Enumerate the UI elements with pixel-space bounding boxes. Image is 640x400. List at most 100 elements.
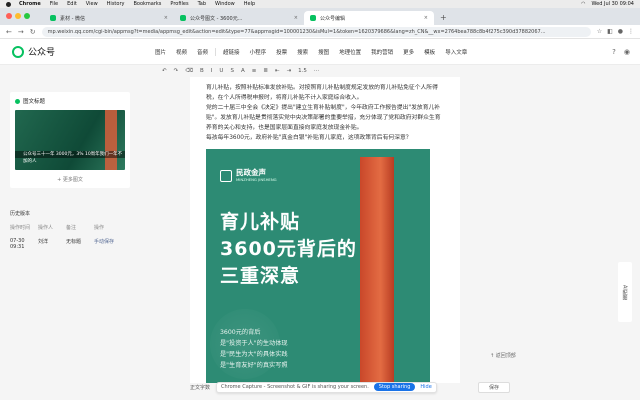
reload-icon[interactable]: ↻ (30, 28, 36, 36)
tab-label: 公众号图文 - 3600元... (190, 15, 243, 22)
line-height-select[interactable]: 1.5 (298, 68, 307, 74)
italic-icon[interactable]: I (211, 68, 213, 74)
menu-tab[interactable]: Tab (198, 1, 206, 7)
minimize-window-button[interactable] (15, 13, 21, 19)
wechat-favicon-icon (50, 15, 56, 21)
insert-location-button[interactable]: 地理位置 (334, 48, 366, 56)
insert-vote-button[interactable]: 投票 (271, 48, 292, 56)
back-to-top-button[interactable]: ↑ 返回顶部 (490, 352, 516, 359)
hero-headline: 育儿补贴 3600元背后的 三重深意 (220, 209, 357, 290)
history-header-row: 操作时间 操作人 备注 操作 (10, 224, 130, 231)
share-status-text: Chrome Capture - Screenshot & GIF is sha… (221, 384, 369, 390)
bookmark-star-icon[interactable]: ☆ (597, 28, 602, 35)
menu-app[interactable]: Chrome (19, 1, 41, 7)
menu-help[interactable]: Help (244, 1, 255, 7)
article-paragraph[interactable]: 育儿补贴，按照补贴标准发放补贴。对按照育儿补贴制度规定发放的育儿补贴免征个人所得… (206, 83, 444, 103)
menu-profiles[interactable]: Profiles (170, 1, 188, 7)
forward-icon[interactable]: → (18, 28, 24, 36)
browser-tab-active[interactable]: 公众号编辑 × (304, 11, 434, 25)
hero-sub-line: 3600元的背后 (220, 329, 261, 336)
strikethrough-icon[interactable]: S (230, 68, 234, 74)
extensions-icon[interactable]: ◧ (607, 28, 613, 35)
hero-headline-line: 育儿补贴 (220, 211, 301, 233)
article-body[interactable]: 育儿补贴，按照补贴标准发放补贴。对按照育儿补贴制度规定发放的育儿补贴免征个人所得… (190, 77, 460, 143)
article-paragraph[interactable]: 党的二十届三中全会《决定》提出"建立生育补贴制度"，今年政府工作报告提出"发放育… (206, 103, 444, 133)
back-icon[interactable]: ← (6, 28, 12, 36)
article-hero-image[interactable]: 民政金声 MINZHENG JINSHENG 育儿补贴 3600元背后的 三重深… (206, 149, 430, 383)
close-tab-icon[interactable]: × (424, 15, 428, 21)
browser-tab[interactable]: 素材 - 微信 × (44, 11, 174, 25)
menu-window[interactable]: Window (215, 1, 235, 7)
stop-sharing-button[interactable]: Stop sharing (373, 383, 416, 391)
menu-view[interactable]: View (86, 1, 98, 7)
hero-curtain (360, 157, 394, 383)
address-bar: ← → ↻ mp.weixin.qq.com/cgi-bin/appmsg?t=… (0, 25, 640, 39)
redo-icon[interactable]: ↷ (174, 68, 179, 74)
editor-header: 公众号 图片 视频 音频 超链接 小程序 投票 搜索 搜图 地理位置 我的营销 … (0, 39, 640, 65)
close-tab-icon[interactable]: × (164, 15, 168, 21)
zoom-window-button[interactable] (24, 13, 30, 19)
hero-subtext: 3600元的背后 是"投资于人"的生动体现 是"民生为大"的具体实践 是"生育友… (220, 327, 288, 371)
history-header-operator: 操作人 (38, 225, 54, 231)
new-tab-button[interactable]: + (434, 11, 453, 25)
template-button[interactable]: 模板 (419, 48, 440, 56)
insert-image-button[interactable]: 图片 (150, 48, 171, 56)
more-format-icon[interactable]: ··· (314, 68, 319, 74)
article-paragraph[interactable]: 每孩每年3600元，政府补贴"真金白银"补贴育儿家庭，这项政策背后有何深意？ (206, 133, 444, 143)
history-versions: 历史版本 操作时间 操作人 备注 操作 07-30 09:31 刘洋 无标题 手… (10, 210, 130, 250)
insert-video-button[interactable]: 视频 (171, 48, 192, 56)
history-action-link[interactable]: 手动保存 (94, 238, 120, 250)
add-article-button[interactable]: + 更多图文 (15, 176, 125, 183)
browser-tab[interactable]: 公众号图文 - 3600元... × (174, 11, 304, 25)
underline-icon[interactable]: U (219, 68, 223, 74)
indent-icon[interactable]: ⇥ (287, 68, 292, 74)
hide-banner-button[interactable]: Hide (420, 384, 431, 390)
browser-menu-icon[interactable]: ⋮ (628, 28, 634, 35)
url-input[interactable]: mp.weixin.qq.com/cgi-bin/appmsg?t=media/… (41, 26, 591, 37)
wechat-mp-logo-icon (12, 45, 24, 58)
insert-audio-button[interactable]: 音频 (192, 48, 213, 56)
history-time: 07-30 09:31 (10, 238, 25, 250)
profile-avatar-icon[interactable]: ● (618, 28, 623, 35)
search-button[interactable]: 搜索 (292, 48, 313, 56)
image-search-button[interactable]: 搜图 (313, 48, 334, 56)
insert-miniprogram-button[interactable]: 小程序 (245, 48, 272, 56)
article-card-title: 图文标题 (23, 99, 46, 105)
undo-icon[interactable]: ↶ (162, 68, 167, 74)
wechat-favicon-icon (180, 15, 186, 21)
align-justify-icon[interactable]: ≣ (263, 68, 268, 74)
bold-icon[interactable]: B (200, 68, 204, 74)
save-button[interactable]: 保存 (477, 381, 510, 393)
article-card[interactable]: 图文标题 公众号三十一年 3000元，3% 10周年我们一年不 加的人 + 更多… (10, 92, 130, 188)
marketing-button[interactable]: 我的营销 (366, 48, 398, 56)
outdent-icon[interactable]: ⇤ (275, 68, 280, 74)
history-header-action: 操作 (94, 225, 105, 231)
menu-bookmarks[interactable]: Bookmarks (133, 1, 161, 7)
align-left-icon[interactable]: ≡ (252, 68, 257, 74)
import-article-button[interactable]: 导入文章 (440, 48, 472, 56)
insert-link-button[interactable]: 超链接 (218, 48, 245, 56)
wifi-icon[interactable]: ◠ (581, 1, 585, 7)
app-logo[interactable]: 公众号 (0, 45, 150, 58)
tab-label: 公众号编辑 (320, 15, 346, 22)
more-button[interactable]: 更多 (398, 48, 419, 56)
menubar-clock[interactable]: Wed Jul 30 09:04 (592, 1, 634, 7)
help-icon[interactable]: ? (612, 48, 616, 56)
close-tab-icon[interactable]: × (294, 15, 298, 21)
article-cover-image[interactable]: 公众号三十一年 3000元，3% 10周年我们一年不 加的人 (15, 110, 125, 170)
font-color-icon[interactable]: A (241, 68, 245, 74)
editor-canvas[interactable]: 育儿补贴，按照补贴标准发放补贴。对按照育儿补贴制度规定发放的育儿补贴免征个人所得… (190, 77, 460, 383)
clear-format-icon[interactable]: ⌫ (185, 68, 193, 74)
menu-edit[interactable]: Edit (67, 1, 77, 7)
history-row: 07-30 09:31 刘洋 无标题 手动保存 (10, 238, 130, 250)
toolbar-divider (215, 47, 217, 56)
history-operator: 刘洋 (38, 239, 49, 245)
screen-share-banner: Chrome Capture - Screenshot & GIF is sha… (216, 381, 437, 393)
user-avatar-icon[interactable]: ◉ (624, 48, 630, 56)
menu-file[interactable]: File (50, 1, 58, 7)
menu-history[interactable]: History (107, 1, 125, 7)
close-window-button[interactable] (6, 13, 12, 19)
app-name: 公众号 (28, 48, 56, 58)
apple-icon[interactable] (6, 1, 11, 7)
ai-image-rail[interactable]: AI配图 (618, 262, 632, 322)
